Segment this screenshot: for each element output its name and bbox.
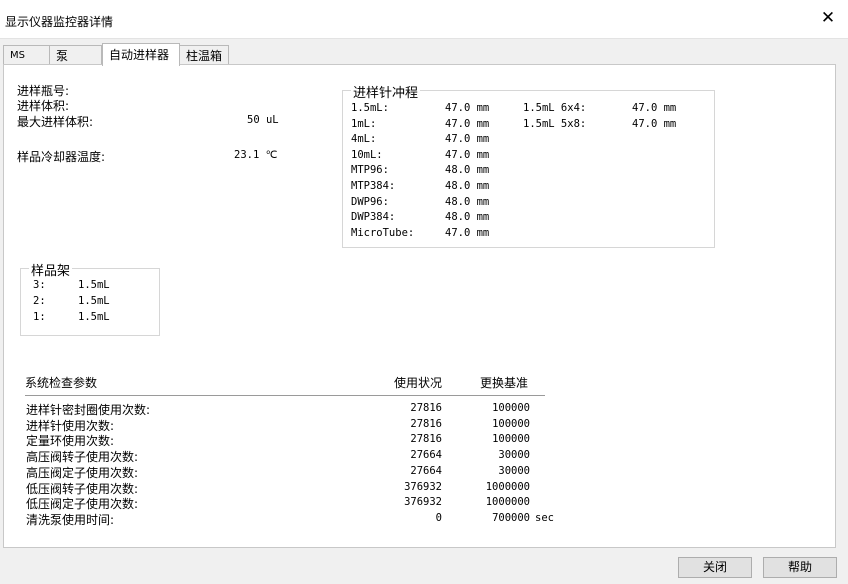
- stroke-row-label: MicroTube:: [351, 226, 415, 239]
- stroke-row-value: 47.0 mm: [445, 117, 490, 130]
- cooler-temp-label: 样品冷却器温度:: [17, 150, 106, 164]
- needle-stroke-title: 进样针冲程: [351, 82, 421, 101]
- check-row-replace: 1000000: [485, 496, 530, 509]
- check-row-usage: 27664: [410, 449, 442, 462]
- tab-ms[interactable]: MS: [3, 45, 50, 65]
- stroke-row-value: 47.0 mm: [445, 102, 490, 114]
- stroke-row-label: 1.5mL 5x8:: [523, 117, 587, 130]
- stroke-row-label: MTP96:: [351, 164, 389, 177]
- check-row-usage: 27816: [410, 433, 442, 446]
- sample-rack-group: 样品架 3: 1.5mL 2: 1.5mL 1: 1.5mL: [20, 260, 160, 336]
- stroke-row-value: 47.0 mm: [632, 117, 677, 130]
- stroke-row-value: 47.0 mm: [445, 148, 490, 161]
- cooler-temp-value: 23.1 ℃: [234, 149, 278, 161]
- rack-row-label: 3:: [33, 279, 46, 291]
- needle-stroke-group: 进样针冲程 1.5mL: 47.0 mm 1mL: 47.0 mm 4mL: 47.0 m…: [342, 82, 715, 248]
- stroke-row-label: DWP384:: [351, 211, 396, 224]
- check-row-label: 高压阀定子使用次数:: [26, 465, 139, 480]
- usage-header: 使用状况: [394, 376, 443, 390]
- check-row-replace: 100000: [492, 433, 530, 446]
- close-icon[interactable]: ✕: [819, 9, 837, 27]
- autosampler-panel: 进样瓶号: 进样体积: 最大进样体积: 50 uL 样品冷却器温度: 23.1 …: [3, 64, 836, 548]
- stroke-row-label: 1.5mL 6x4:: [523, 102, 587, 114]
- stroke-row-label: 10mL:: [351, 148, 383, 161]
- replace-header: 更换基准: [480, 376, 529, 390]
- check-row-replace: 700000: [492, 511, 530, 524]
- check-row-label: 高压阀转子使用次数:: [26, 450, 139, 465]
- rack-row-label: 2:: [33, 295, 46, 307]
- check-row-label: 进样针使用次数:: [26, 418, 115, 433]
- tab-column-oven[interactable]: 柱温箱: [179, 45, 229, 65]
- check-row-replace: 30000: [498, 449, 530, 462]
- stroke-row-value: 48.0 mm: [445, 211, 490, 224]
- stroke-row-value: 48.0 mm: [445, 164, 490, 177]
- stroke-row-value: 48.0 mm: [445, 195, 490, 208]
- max-volume-label: 最大进样体积:: [17, 115, 94, 129]
- stroke-row-label: 1.5mL:: [351, 102, 389, 114]
- check-row-label: 进样针密封圈使用次数:: [26, 403, 151, 417]
- check-row-usage: 27664: [410, 464, 442, 477]
- stroke-row-value: 47.0 mm: [445, 226, 490, 239]
- max-volume-value: 50 uL: [247, 114, 279, 126]
- stroke-row-label: MTP384:: [351, 180, 396, 192]
- header-divider: [25, 395, 545, 396]
- close-button[interactable]: 关闭: [678, 557, 752, 578]
- check-row-usage: 376932: [404, 496, 442, 509]
- stroke-row-label: 1mL:: [351, 117, 377, 130]
- check-row-usage: 27816: [410, 417, 442, 430]
- check-row-usage: 0: [435, 511, 442, 524]
- check-row-usage: 27816: [410, 402, 442, 414]
- stroke-row-value: 47.0 mm: [445, 133, 490, 146]
- check-row-usage: 376932: [404, 480, 442, 493]
- tab-autosampler[interactable]: 自动进样器: [102, 43, 180, 66]
- check-row-label: 清洗泵使用时间:: [26, 512, 115, 527]
- rack-row-value: 1.5mL: [78, 311, 110, 323]
- stroke-row-value: 47.0 mm: [632, 102, 677, 114]
- sample-rack-title: 样品架: [29, 260, 73, 279]
- tab-pump[interactable]: 泵: [49, 45, 102, 65]
- rack-row-value: 1.5mL: [78, 295, 110, 307]
- window-title: 显示仪器监控器详情: [5, 15, 114, 29]
- check-row-label: 低压阀定子使用次数:: [26, 497, 139, 512]
- check-row-replace: 100000: [492, 402, 530, 414]
- volume-label: 进样体积:: [17, 99, 70, 113]
- check-row-label: 低压阀转子使用次数:: [26, 481, 139, 496]
- check-row-unit: sec: [535, 511, 554, 524]
- help-button[interactable]: 帮助: [763, 557, 837, 578]
- check-row-replace: 100000: [492, 417, 530, 430]
- title-bar: 显示仪器监控器详情 ✕: [0, 0, 848, 39]
- check-row-label: 定量环使用次数:: [26, 434, 115, 449]
- stroke-row-label: DWP96:: [351, 195, 389, 208]
- system-check-header: 系统检查参数: [25, 376, 98, 390]
- stroke-row-label: 4mL:: [351, 133, 377, 146]
- check-row-replace: 1000000: [485, 480, 530, 493]
- stroke-row-value: 48.0 mm: [445, 180, 490, 192]
- check-row-replace: 30000: [498, 464, 530, 477]
- rack-row-label: 1:: [33, 311, 46, 323]
- rack-row-value: 1.5mL: [78, 279, 110, 291]
